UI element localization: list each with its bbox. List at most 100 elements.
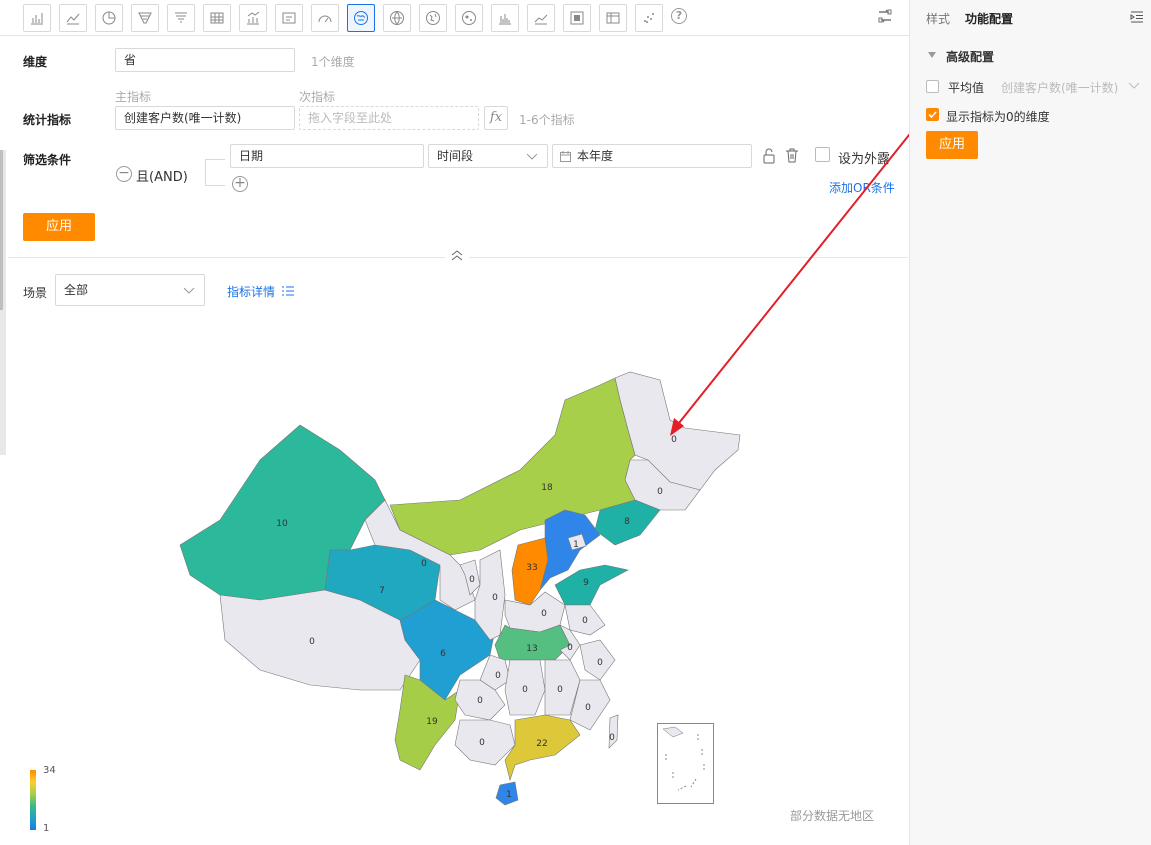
dimension-label: 维度 bbox=[23, 55, 48, 69]
filter-operator-value: 时间段 bbox=[437, 149, 474, 163]
show-zero-checkbox[interactable] bbox=[926, 108, 939, 121]
china-map-icon[interactable] bbox=[347, 4, 375, 32]
secondary-metric-title: 次指标 bbox=[299, 90, 336, 104]
map-value-sichuan: 6 bbox=[440, 649, 446, 659]
map-value-gansu: 0 bbox=[421, 559, 427, 569]
metrics-label: 统计指标 bbox=[23, 113, 72, 127]
pie-chart-icon[interactable] bbox=[95, 4, 123, 32]
average-metric-select[interactable]: 创建客户数(唯一计数) bbox=[1001, 79, 1118, 96]
pivot-table-icon[interactable] bbox=[599, 4, 627, 32]
map-value-guangxi: 0 bbox=[479, 738, 485, 748]
inset-islands bbox=[662, 726, 705, 791]
collapse-logic-icon[interactable]: − bbox=[116, 166, 132, 182]
world-map-icon[interactable] bbox=[383, 4, 411, 32]
logic-bracket bbox=[205, 159, 225, 186]
average-label: 平均值 bbox=[948, 81, 985, 95]
table-icon[interactable] bbox=[203, 4, 231, 32]
chevron-down-icon bbox=[1128, 82, 1140, 89]
filter-operator-select[interactable]: 时间段 bbox=[428, 144, 548, 168]
province-taiwan[interactable] bbox=[608, 714, 619, 749]
scene-value: 全部 bbox=[64, 283, 89, 297]
south-china-sea-inset bbox=[657, 723, 714, 804]
scene-label: 场景 bbox=[23, 286, 48, 300]
tab-style[interactable]: 样式 bbox=[926, 10, 950, 27]
bubble-map-icon[interactable] bbox=[455, 4, 483, 32]
swap-icon[interactable] bbox=[876, 7, 894, 25]
filter-field[interactable]: 日期 bbox=[230, 144, 424, 168]
calendar-icon bbox=[560, 151, 571, 162]
map-value-ningxia: 0 bbox=[469, 575, 475, 585]
map-value-hunan: 0 bbox=[522, 685, 528, 695]
map-value-zhejiang: 0 bbox=[597, 658, 603, 668]
map-value-jilin: 0 bbox=[657, 487, 663, 497]
chart-editor: ? 维度 省 1个维度 主指标 次指标 统计指标 创建客户数(唯一计数) 拖入字… bbox=[0, 0, 926, 845]
map-value-fujian: 0 bbox=[585, 703, 591, 713]
map-value-hainan: 1 bbox=[506, 790, 512, 800]
map-value-jiangsu: 0 bbox=[582, 616, 588, 626]
map-value-taiwan: 0 bbox=[609, 733, 615, 743]
chevron-down-icon bbox=[183, 287, 195, 294]
color-legend bbox=[30, 770, 36, 830]
chart-type-toolbar: ? bbox=[0, 0, 909, 36]
map-value-shandong: 9 bbox=[583, 578, 589, 588]
primary-metric-title: 主指标 bbox=[115, 90, 152, 104]
collapse-toggle[interactable] bbox=[445, 248, 469, 266]
scene-select[interactable]: 全部 bbox=[55, 274, 205, 306]
line-chart-icon[interactable] bbox=[59, 4, 87, 32]
metrics-hint: 1-6个指标 bbox=[519, 113, 575, 127]
list-icon bbox=[281, 286, 294, 296]
chevron-down-icon bbox=[526, 153, 538, 160]
secondary-metric-dropzone[interactable]: 拖入字段至此处 bbox=[299, 106, 479, 130]
legend-min: 1 bbox=[43, 823, 50, 834]
map-value-hubei: 13 bbox=[526, 644, 537, 654]
advanced-config-title: 高级配置 bbox=[946, 50, 995, 64]
apply-button[interactable]: 应用 bbox=[23, 213, 95, 241]
map-value-liaoning: 8 bbox=[624, 517, 630, 527]
histogram-icon[interactable] bbox=[491, 4, 519, 32]
panel-apply-button[interactable]: 应用 bbox=[926, 131, 978, 159]
map-value-shanxi: 33 bbox=[526, 563, 537, 573]
gauge-icon[interactable] bbox=[311, 4, 339, 32]
formula-button[interactable]: fx bbox=[484, 106, 508, 130]
dimension-hint: 1个维度 bbox=[311, 55, 355, 69]
globe-map-icon[interactable] bbox=[419, 4, 447, 32]
chevron-double-up-icon bbox=[451, 250, 463, 261]
qr-grid-icon[interactable] bbox=[563, 4, 591, 32]
help-icon[interactable]: ? bbox=[671, 8, 687, 24]
combo-chart-icon[interactable] bbox=[239, 4, 267, 32]
map-value-guangdong: 22 bbox=[536, 739, 547, 749]
average-checkbox[interactable] bbox=[926, 80, 939, 93]
show-zero-label: 显示指标为0的维度 bbox=[946, 110, 1050, 124]
area-chart-icon[interactable] bbox=[527, 4, 555, 32]
bar-chart-icon[interactable] bbox=[23, 4, 51, 32]
config-panel: 样式 功能配置 高级配置 平均值 创建客户数(唯一计数) 显示指标为0的维度 应… bbox=[909, 0, 1151, 845]
left-scroll-thumb[interactable] bbox=[0, 150, 3, 310]
tab-function-config[interactable]: 功能配置 bbox=[965, 10, 1013, 27]
map-value-qinghai: 7 bbox=[379, 586, 385, 596]
logic-and-label[interactable]: 且(AND) bbox=[136, 166, 188, 185]
caret-down-icon[interactable] bbox=[928, 51, 936, 59]
funnel-icon[interactable] bbox=[131, 4, 159, 32]
map-value-hebei: 1 bbox=[573, 540, 579, 550]
add-condition-icon[interactable]: + bbox=[232, 176, 248, 192]
legend-max: 34 bbox=[43, 765, 56, 776]
primary-metric-field[interactable]: 创建客户数(唯一计数) bbox=[115, 106, 295, 130]
kpi-card-icon[interactable] bbox=[275, 4, 303, 32]
annotation-arrow bbox=[670, 114, 926, 436]
filter-value-text: 本年度 bbox=[577, 149, 614, 163]
map-value-tibet: 0 bbox=[309, 637, 315, 647]
check-icon bbox=[928, 111, 937, 119]
map-value-chongqing: 0 bbox=[495, 671, 501, 681]
map-value-yunnan: 19 bbox=[426, 717, 438, 727]
metric-detail-link[interactable]: 指标详情 bbox=[227, 283, 294, 300]
map-value-xinjiang: 10 bbox=[276, 519, 288, 529]
metric-detail-text: 指标详情 bbox=[227, 285, 276, 299]
dimension-field[interactable]: 省 bbox=[115, 48, 295, 72]
map-value-anhui: 0 bbox=[567, 643, 573, 653]
map-value-inner-mongolia: 18 bbox=[541, 483, 553, 493]
funnel-alt-icon[interactable] bbox=[167, 4, 195, 32]
no-region-note: 部分数据无地区 bbox=[790, 809, 875, 823]
scatter-icon[interactable] bbox=[635, 4, 663, 32]
collapse-panel-icon[interactable] bbox=[1130, 10, 1144, 24]
map-value-guizhou: 0 bbox=[477, 696, 483, 706]
